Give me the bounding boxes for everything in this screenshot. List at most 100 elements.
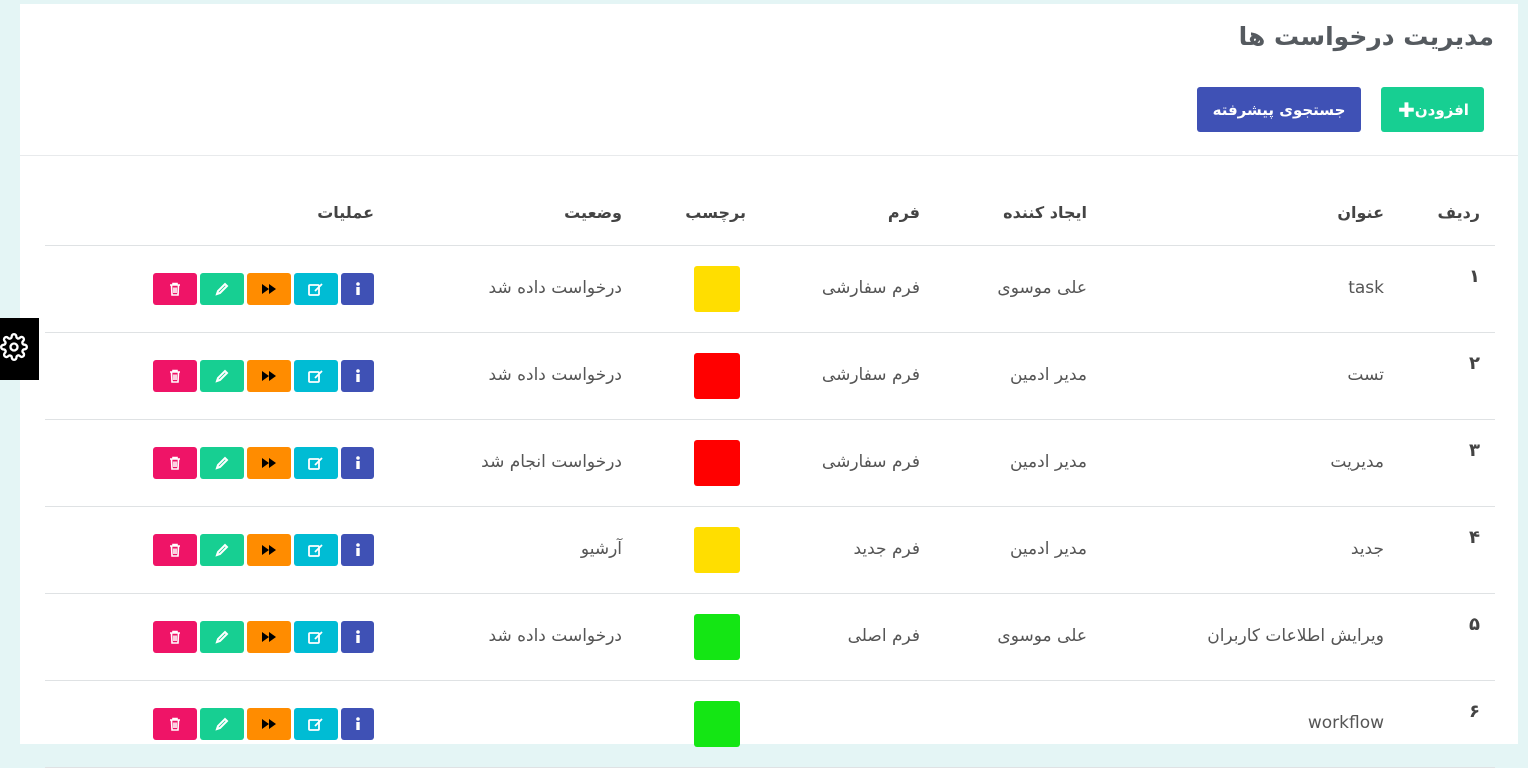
row-title: تست [1347, 365, 1384, 385]
trash-icon [169, 456, 181, 470]
row-title: workflow [1307, 713, 1384, 733]
info-button[interactable] [341, 273, 374, 305]
row-form: فرم سفارشی [821, 365, 920, 385]
row-actions [153, 621, 374, 653]
row-creator: مدیر ادمین [1009, 539, 1087, 559]
header-tag: برچسب [685, 203, 746, 222]
fast-forward-icon [261, 283, 277, 295]
header-index: ردیف [1437, 203, 1480, 222]
add-button-label: افزودن [1414, 100, 1469, 119]
row-index: ۲ [1469, 353, 1480, 374]
delete-button[interactable] [153, 708, 197, 740]
table-row: ۱ task علی موسوی فرم سفارشی درخواست داده شد [45, 246, 1495, 333]
row-index: ۵ [1469, 614, 1480, 635]
row-actions [153, 534, 374, 566]
table-header: ردیف عنوان ایجاد کننده فرم برچسب وضعیت ع… [45, 155, 1495, 246]
table-row: ۴ جدید مدیر ادمین فرم جدید آرشیو [45, 507, 1495, 594]
delete-button[interactable] [153, 360, 197, 392]
edit-button[interactable] [294, 708, 338, 740]
edit-icon [308, 543, 324, 557]
quick-edit-button[interactable] [200, 534, 244, 566]
info-button[interactable] [341, 360, 374, 392]
requests-table: ردیف عنوان ایجاد کننده فرم برچسب وضعیت ع… [45, 155, 1495, 768]
gear-icon [0, 333, 28, 365]
row-index: ۶ [1469, 701, 1480, 722]
table-row: ۲ تست مدیر ادمین فرم سفارشی درخواست داده شد [45, 333, 1495, 420]
row-actions [153, 447, 374, 479]
tag-swatch [694, 440, 740, 486]
tag-swatch [694, 353, 740, 399]
tag-swatch [694, 701, 740, 747]
fast-forward-icon [261, 544, 277, 556]
row-form: فرم سفارشی [821, 278, 920, 298]
info-icon [353, 456, 363, 470]
edit-button[interactable] [294, 360, 338, 392]
quick-edit-button[interactable] [200, 360, 244, 392]
fast-forward-icon [261, 370, 277, 382]
forward-button[interactable] [247, 273, 291, 305]
plus-icon: ✚ [1398, 97, 1415, 122]
forward-button[interactable] [247, 621, 291, 653]
trash-icon [169, 543, 181, 557]
info-icon [353, 543, 363, 557]
delete-button[interactable] [153, 447, 197, 479]
edit-icon [308, 369, 324, 383]
advanced-search-button[interactable]: جستجوی پیشرفته [1197, 87, 1361, 132]
page-title: مدیریت درخواست ها [1238, 22, 1494, 51]
trash-icon [169, 630, 181, 644]
row-title: ویرایش اطلاعات کاربران [1207, 626, 1384, 646]
forward-button[interactable] [247, 447, 291, 479]
row-index: ۳ [1469, 440, 1480, 461]
row-creator: مدیر ادمین [1009, 365, 1087, 385]
delete-button[interactable] [153, 534, 197, 566]
row-form: فرم اصلی [847, 626, 920, 646]
edit-icon [308, 282, 324, 296]
pencil-icon [215, 369, 229, 383]
delete-button[interactable] [153, 621, 197, 653]
row-actions [153, 273, 374, 305]
row-status: درخواست انجام شد [481, 452, 622, 472]
edit-button[interactable] [294, 621, 338, 653]
forward-button[interactable] [247, 534, 291, 566]
info-icon [353, 630, 363, 644]
edit-button[interactable] [294, 273, 338, 305]
info-button[interactable] [341, 447, 374, 479]
delete-button[interactable] [153, 273, 197, 305]
row-status: درخواست داده شد [488, 365, 622, 385]
edit-icon [308, 717, 324, 731]
row-form: فرم جدید [853, 539, 920, 559]
fast-forward-icon [261, 718, 277, 730]
add-button[interactable]: افزودن ✚ [1381, 87, 1484, 132]
row-form: فرم سفارشی [821, 452, 920, 472]
trash-icon [169, 717, 181, 731]
info-button[interactable] [341, 708, 374, 740]
row-creator: علی موسوی [997, 626, 1087, 646]
header-status: وضعیت [564, 203, 622, 222]
quick-edit-button[interactable] [200, 273, 244, 305]
quick-edit-button[interactable] [200, 621, 244, 653]
info-icon [353, 282, 363, 296]
pencil-icon [215, 282, 229, 296]
quick-edit-button[interactable] [200, 447, 244, 479]
quick-edit-button[interactable] [200, 708, 244, 740]
edit-button[interactable] [294, 447, 338, 479]
info-icon [353, 369, 363, 383]
row-creator: مدیر ادمین [1009, 452, 1087, 472]
info-button[interactable] [341, 534, 374, 566]
main-card: مدیریت درخواست ها افزودن ✚ جستجوی پیشرفت… [20, 4, 1518, 768]
forward-button[interactable] [247, 360, 291, 392]
info-button[interactable] [341, 621, 374, 653]
info-icon [353, 717, 363, 731]
header-actions: عملیات [317, 203, 374, 222]
edit-icon [308, 456, 324, 470]
fast-forward-icon [261, 631, 277, 643]
row-title: مدیریت [1330, 452, 1384, 472]
tag-swatch [694, 527, 740, 573]
row-title: task [1348, 278, 1384, 298]
forward-button[interactable] [247, 708, 291, 740]
edit-button[interactable] [294, 534, 338, 566]
header-title: عنوان [1337, 203, 1384, 222]
settings-toggle[interactable] [0, 318, 39, 380]
row-actions [153, 708, 374, 740]
edit-icon [308, 630, 324, 644]
